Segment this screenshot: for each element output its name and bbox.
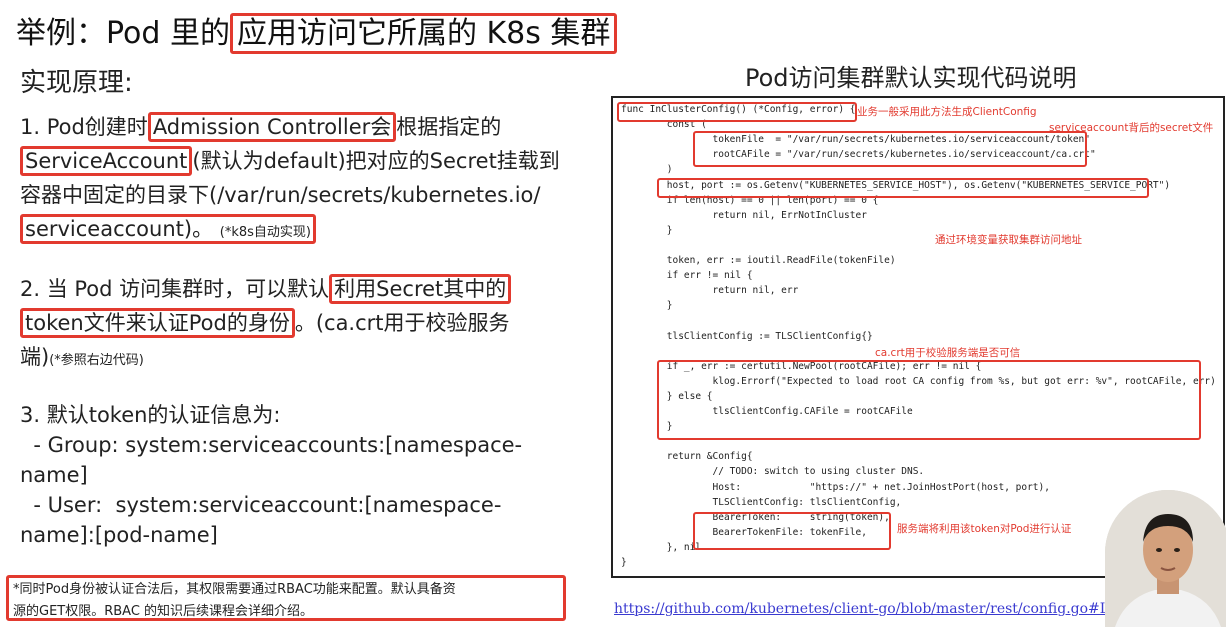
presenter-avatar	[1105, 490, 1226, 627]
code-line: )	[621, 164, 673, 176]
code-line: TLSClientConfig: tlsClientConfig,	[621, 496, 902, 508]
p2-text-d: 。(ca.crt用于校验服务	[294, 311, 510, 335]
annotation-token: 服务端将利用该token对Pod进行认证	[897, 523, 1072, 535]
p1-text-a: 1. Pod创建时	[20, 115, 148, 139]
box-files	[693, 131, 1087, 167]
box-env	[657, 178, 1149, 198]
annotation-ca: ca.crt用于校验服务端是否可信	[875, 347, 1021, 359]
point-2: 2. 当 Pod 访问集群时，可以默认 利用Secret其中的 token文件来认…	[20, 272, 600, 378]
code-title: Pod访问集群默认实现代码说明	[745, 64, 1077, 92]
p3-group: - Group: system:serviceaccounts:[namespa…	[20, 433, 523, 457]
note-line-2: 源的GET权限。RBAC 的知识后续课程会详细介绍。	[13, 604, 314, 619]
p3-user: - User: system:serviceaccount:[namespace…	[20, 493, 502, 517]
p1-note: (*k8s自动实现)	[219, 225, 311, 240]
p2-secret: 利用Secret其中的	[329, 274, 512, 304]
p1-admission-controller: Admission Controller会	[147, 112, 397, 142]
p1-text-f: 容器中固定的目录下(/var/run/secrets/kubernetes.io…	[20, 183, 541, 207]
annotation-secret-files: serviceaccount背后的secret文件	[1049, 122, 1214, 134]
code-line: }	[621, 300, 673, 312]
code-line: token, err := ioutil.ReadFile(tokenFile)	[621, 255, 896, 266]
title-highlight: 应用访问它所属的 K8s 集群	[229, 13, 618, 54]
code-line: // TODO: switch to using cluster DNS.	[621, 466, 925, 478]
box-func	[617, 102, 857, 122]
note-line-1: *同时Pod身份被认证合法后，其权限需要通过RBAC功能来配置。默认具备资	[13, 582, 456, 597]
p3-user-cont: name]:[pod-name]	[20, 523, 218, 547]
p3-group-cont: name]	[20, 463, 88, 487]
slide-title: 举例：Pod 里的 应用访问它所属的 K8s 集群	[16, 8, 618, 54]
p2-note: (*参照右边代码)	[49, 353, 144, 368]
code-line: }	[621, 557, 627, 568]
annotation-env: 通过环境变量获取集群访问地址	[935, 234, 1082, 246]
code-line: return nil, ErrNotInCluster	[621, 209, 867, 221]
p1-text-e: (默认为default)把对应的Secret挂载到	[192, 149, 560, 173]
presenter-figure	[1105, 490, 1226, 627]
code-line: Host: "https://" + net.JoinHostPort(host…	[621, 481, 1050, 493]
p1-text-c: 根据指定的	[396, 115, 502, 139]
principle-heading: 实现原理:	[20, 68, 133, 98]
p1-serviceaccount: ServiceAccount	[20, 146, 193, 176]
point-3: 3. 默认token的认证信息为: - Group: system:servic…	[20, 400, 600, 550]
code-line: }, nil	[621, 541, 702, 553]
point-1: 1. Pod创建时 Admission Controller会 根据指定的 Serv…	[20, 110, 600, 250]
code-line: tlsClientConfig := TLSClientConfig{}	[621, 330, 873, 342]
code-line: }	[621, 224, 673, 236]
p3-heading: 3. 默认token的认证信息为:	[20, 403, 281, 427]
source-link[interactable]: https://github.com/kubernetes/client-go/…	[614, 601, 1149, 617]
box-ca	[657, 360, 1201, 440]
code-line: if err != nil {	[621, 270, 753, 282]
box-token	[693, 512, 891, 550]
rbac-note: *同时Pod身份被认证合法后，其权限需要通过RBAC功能来配置。默认具备资 源的…	[6, 575, 566, 621]
p2-text-a: 2. 当 Pod 访问集群时，可以默认	[20, 277, 330, 301]
title-prefix: 举例：Pod 里的	[16, 16, 230, 51]
p1-serviceaccount-dir: serviceaccount)。	[25, 217, 214, 241]
p2-token-auth: token文件来认证Pod的身份	[20, 308, 295, 338]
p2-text-e: 端)	[20, 345, 50, 369]
code-line: return &Config{	[621, 451, 753, 463]
code-line: return nil, err	[621, 285, 799, 297]
annotation-clientconfig: 业务一般采用此方法生成ClientConfig	[857, 106, 1037, 118]
